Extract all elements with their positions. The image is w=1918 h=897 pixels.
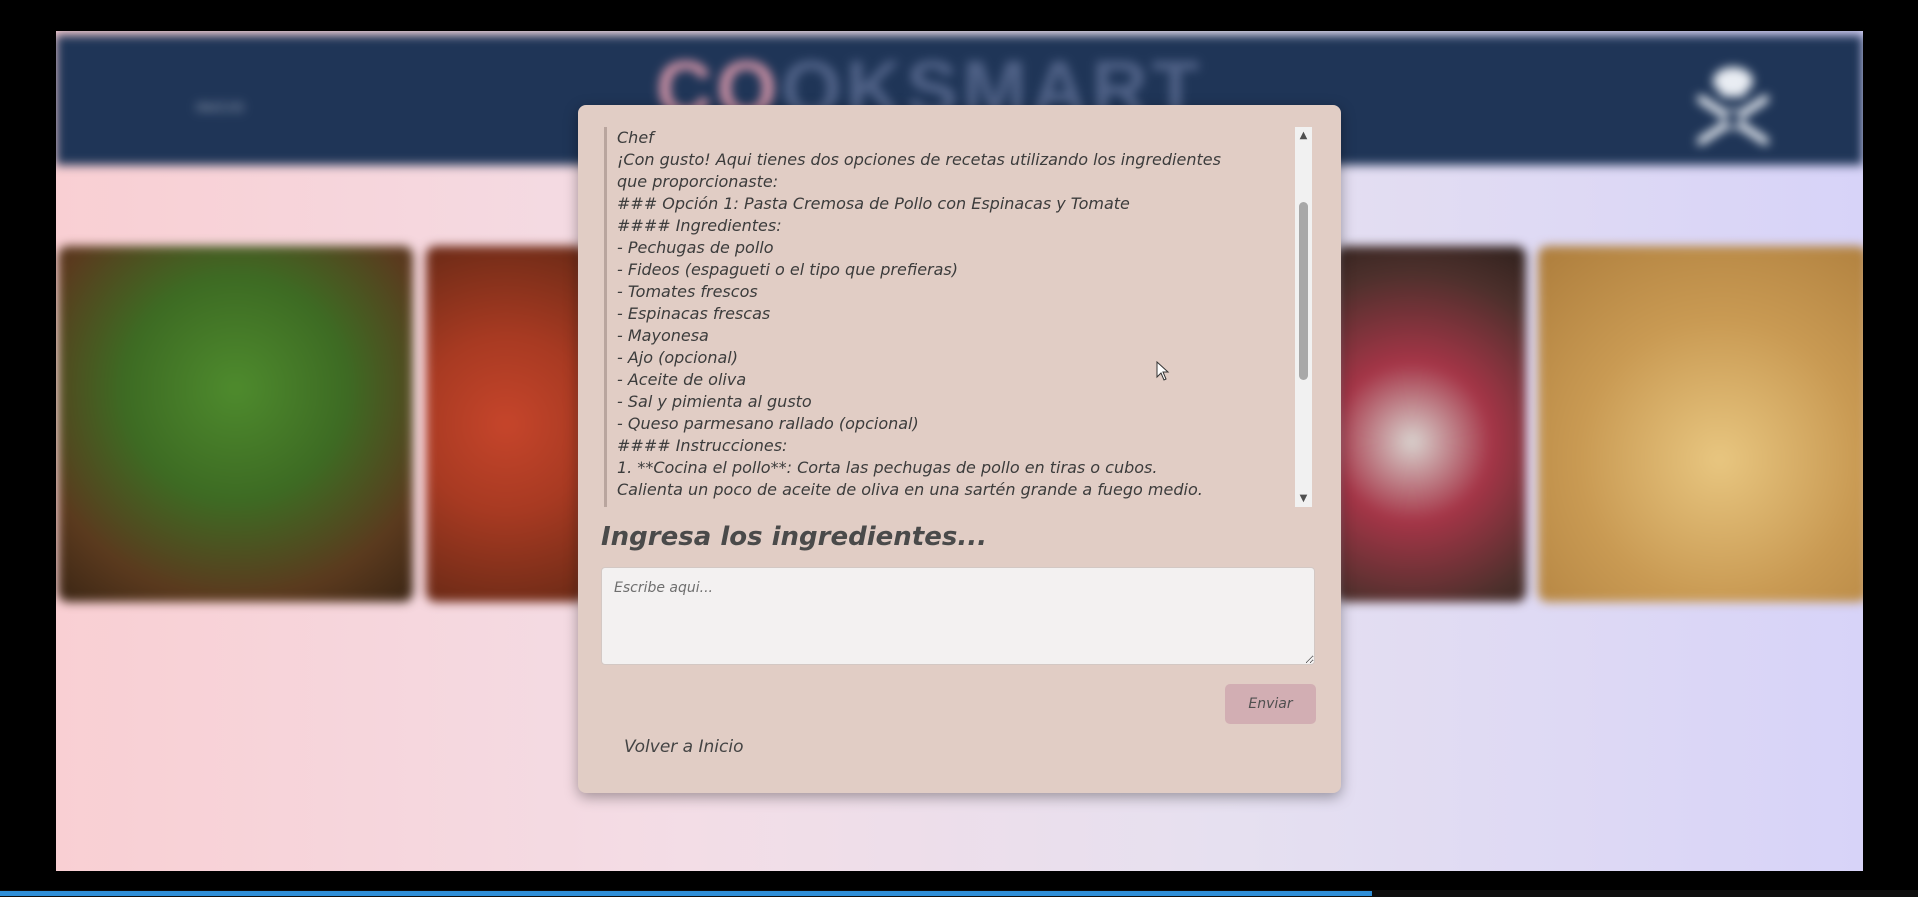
ingredients-input[interactable] [601,567,1315,665]
chat-line: #### Instrucciones: [617,436,788,455]
chef-hat-icon [1697,67,1769,145]
chat-line: - Pechugas de pollo [617,238,774,257]
chat-history[interactable]: Chef ¡Con gusto! Aqui tienes dos opciones… [604,127,1312,507]
chat-line: - Sal y pimienta al gusto [617,392,812,411]
nav-link-inicio[interactable]: INICIO [196,99,245,115]
chat-line: 1. **Cocina el pollo**: Corta las pechug… [617,458,1158,477]
food-image-pasta [426,246,586,602]
chat-line: - Fideos (espagueti o el tipo que prefie… [617,260,958,279]
chat-line: Calienta un poco de aceite de oliva en u… [617,480,1203,499]
mouse-cursor-icon [1156,361,1170,381]
taskbar [0,890,1918,897]
chat-line: #### Ingredientes: [617,216,782,235]
chat-scrollbar[interactable]: ▲ ▼ [1295,127,1312,507]
chat-sender-label: Chef [617,128,654,147]
send-button[interactable]: Enviar [1225,684,1316,724]
back-to-home-link[interactable]: Volver a Inicio [624,737,743,757]
chat-line: ¡Con gusto! Aqui tienes dos opciones de … [617,150,1221,169]
scroll-up-icon[interactable]: ▲ [1295,127,1312,144]
chat-line: ### Opción 1: Pasta Cremosa de Pollo con… [617,194,1130,213]
food-image-quiche [1538,246,1863,602]
scroll-down-icon[interactable]: ▼ [1295,490,1312,507]
chat-message-text: Chef ¡Con gusto! Aqui tienes dos opciones… [607,127,1282,501]
chat-line: que proporcionaste: [617,172,779,191]
food-image-dessert [1336,246,1526,602]
chat-line: - Ajo (opcional) [617,348,738,367]
chat-line: - Espinacas frescas [617,304,771,323]
recipe-chat-modal: Chef ¡Con gusto! Aqui tienes dos opciones… [578,105,1341,793]
taskbar-progress-bar [0,891,1372,896]
chat-line: - Queso parmesano rallado (opcional) [617,414,919,433]
ingredients-heading: Ingresa los ingredientes... [601,522,987,552]
scrollbar-thumb[interactable] [1299,202,1308,380]
chat-line: - Tomates frescos [617,282,758,301]
chat-line: - Aceite de oliva [617,370,747,389]
food-image-salad [58,246,413,602]
chat-line: - Mayonesa [617,326,709,345]
